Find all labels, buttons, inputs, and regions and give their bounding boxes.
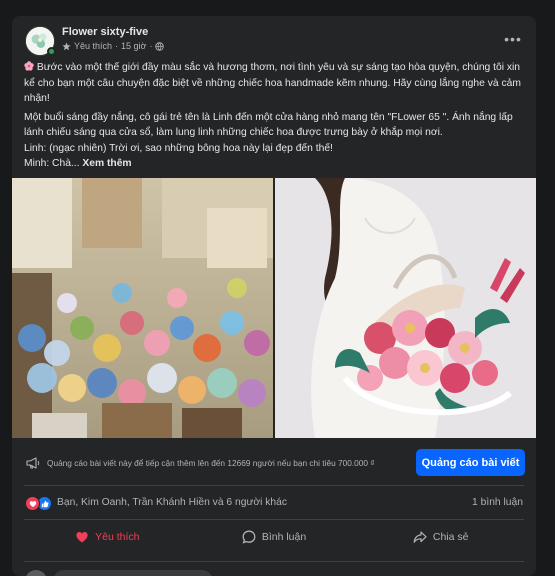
share-button[interactable]: Chia sẻ: [357, 523, 524, 551]
post-body: Bước vào một thế giới đầy màu sắc và hươ…: [12, 60, 536, 172]
post-header: Flower sixty-five Yêu thích · 15 giờ · •…: [12, 16, 536, 60]
online-status-dot: [47, 47, 56, 56]
share-icon: [413, 531, 427, 543]
post-meta: Yêu thích · 15 giờ ·: [62, 41, 165, 51]
post-paragraph-3: Linh: (ngạc nhiên) Trời ơi, sao những bô…: [24, 142, 333, 154]
comment-label: Bình luận: [261, 531, 307, 543]
boost-bar: Quảng cáo bài viết này để tiếp cận thêm …: [12, 448, 536, 478]
paragraph-1-text: Bước vào một thế giới đầy màu sắc và hươ…: [24, 62, 521, 104]
comment-input[interactable]: [53, 570, 213, 576]
photo-girl-flower-bouquet[interactable]: [275, 178, 536, 438]
reactions-summary: Bạn, Kim Oanh, Trần Khánh Hiền và 6 ngườ…: [12, 493, 536, 515]
divider: [24, 561, 524, 562]
cherry-blossom-icon: [24, 61, 34, 71]
paragraph-4-prefix: Minh: Chà...: [24, 158, 83, 169]
like-label: Yêu thích: [95, 531, 140, 543]
meta-like-text: Yêu thích: [74, 41, 113, 51]
share-label: Chia sẻ: [432, 531, 469, 543]
love-reaction-icon: [25, 496, 40, 511]
post-paragraph-4: Minh: Chà... Xem thêm: [24, 156, 524, 172]
divider: [24, 519, 524, 520]
post-photos: [12, 178, 536, 438]
heart-icon: [76, 531, 88, 543]
meta-separator: ·: [115, 41, 119, 51]
like-button[interactable]: Yêu thích: [24, 523, 191, 551]
photo-shop-flowers[interactable]: [12, 178, 273, 438]
meta-separator: ·: [149, 41, 153, 51]
commenter-avatar: [25, 570, 47, 576]
more-options-button[interactable]: •••: [502, 31, 524, 47]
globe-icon[interactable]: [155, 41, 165, 51]
post-paragraph-2: Một buổi sáng đầy nắng, cô gái trẻ tên l…: [24, 111, 513, 139]
boost-post-button[interactable]: Quảng cáo bài viết: [416, 449, 525, 476]
post-actions: Yêu thích Bình luận Chia sẻ: [24, 523, 524, 551]
page-name[interactable]: Flower sixty-five: [62, 26, 148, 38]
reaction-icons[interactable]: [25, 496, 53, 511]
post-time[interactable]: 15 giờ: [121, 41, 146, 51]
post-card: Flower sixty-five Yêu thích · 15 giờ · •…: [12, 16, 536, 576]
post-paragraph-1: Bước vào một thế giới đầy màu sắc và hươ…: [24, 60, 524, 107]
comment-icon: [242, 530, 256, 544]
comment-count[interactable]: 1 bình luận: [472, 497, 523, 508]
star-icon: [62, 42, 71, 51]
boost-description: Quảng cáo bài viết này để tiếp cận thêm …: [47, 458, 375, 468]
comment-button[interactable]: Bình luận: [191, 523, 358, 551]
megaphone-icon: [26, 457, 40, 469]
reaction-names[interactable]: Bạn, Kim Oanh, Trần Khánh Hiền và 6 ngườ…: [57, 497, 287, 508]
see-more-link[interactable]: Xem thêm: [82, 158, 131, 169]
divider: [24, 485, 524, 486]
